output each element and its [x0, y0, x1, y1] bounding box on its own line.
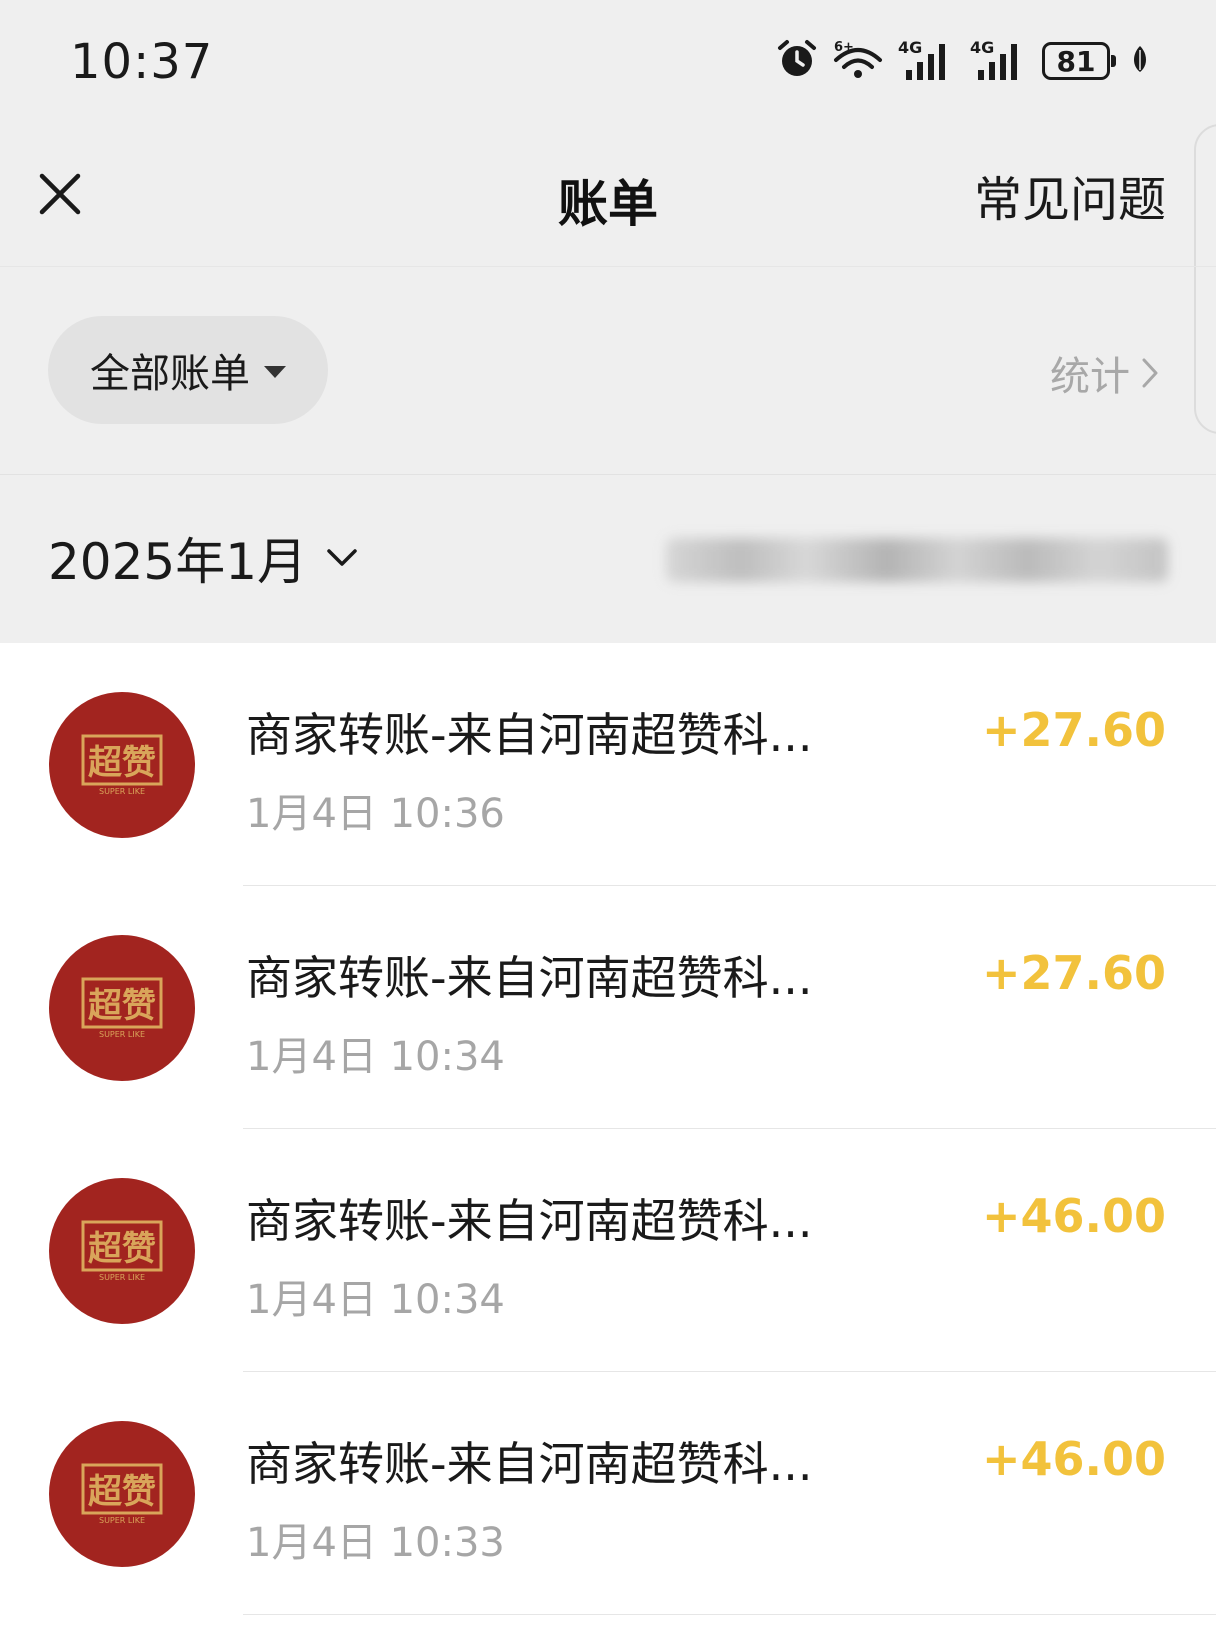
nav-bar: 账单 常见问题 — [0, 120, 1216, 266]
merchant-logo-icon: 超赞 SUPER LIKE — [81, 734, 163, 796]
chevron-right-icon — [1142, 358, 1158, 388]
side-panel-handle[interactable] — [1194, 124, 1216, 434]
transaction-amount: +46.00 — [981, 1432, 1166, 1486]
signal-icon: 4G — [898, 38, 956, 82]
month-selector[interactable]: 2025年1月 — [48, 522, 359, 594]
svg-text:SUPER LIKE: SUPER LIKE — [99, 787, 145, 796]
wifi-icon: 6+ — [832, 38, 884, 84]
transaction-time: 1月4日 10:33 — [246, 1520, 505, 1566]
list-item[interactable]: 超赞 SUPER LIKE 商家转账-来自河南超赞科... 1月4日 10:34… — [0, 886, 1216, 1129]
merchant-logo-icon: 超赞 SUPER LIKE — [81, 1463, 163, 1525]
transaction-title: 商家转账-来自河南超赞科... — [246, 951, 813, 1005]
transaction-amount: +27.60 — [981, 946, 1166, 1000]
transaction-time: 1月4日 10:34 — [246, 1034, 505, 1080]
divider — [0, 474, 1216, 475]
divider — [0, 266, 1216, 267]
transaction-amount: +27.60 — [981, 703, 1166, 757]
close-button[interactable] — [36, 170, 84, 218]
divider — [243, 1614, 1216, 1615]
transaction-title: 商家转账-来自河南超赞科... — [246, 708, 813, 762]
status-icons: 6+ 4G 4G 81 — [776, 38, 1150, 84]
close-icon — [39, 173, 81, 215]
chevron-down-icon — [327, 549, 357, 566]
merchant-avatar: 超赞 SUPER LIKE — [49, 692, 195, 838]
svg-text:超赞: 超赞 — [88, 986, 156, 1026]
filter-label: 全部账单 — [90, 351, 250, 397]
caret-down-icon — [264, 366, 286, 378]
merchant-avatar: 超赞 SUPER LIKE — [49, 935, 195, 1081]
transaction-amount: +46.00 — [981, 1189, 1166, 1243]
leaf-icon — [1130, 44, 1150, 78]
faq-link[interactable]: 常见问题 — [974, 160, 1166, 230]
svg-text:SUPER LIKE: SUPER LIKE — [99, 1030, 145, 1039]
transaction-time: 1月4日 10:34 — [246, 1277, 505, 1323]
svg-text:超赞: 超赞 — [88, 1472, 156, 1512]
transaction-list: 超赞 SUPER LIKE 商家转账-来自河南超赞科... 1月4日 10:36… — [0, 643, 1216, 1615]
stats-link[interactable]: 统计 — [1050, 344, 1160, 402]
merchant-avatar: 超赞 SUPER LIKE — [49, 1178, 195, 1324]
signal-icon-2: 4G — [970, 38, 1028, 82]
list-item[interactable]: 超赞 SUPER LIKE 商家转账-来自河南超赞科... 1月4日 10:36… — [0, 643, 1216, 886]
bill-filter-dropdown[interactable]: 全部账单 — [48, 316, 328, 424]
merchant-avatar: 超赞 SUPER LIKE — [49, 1421, 195, 1567]
status-bar: 10:37 6+ 4G 4G 81 — [0, 0, 1216, 120]
merchant-logo-icon: 超赞 SUPER LIKE — [81, 1220, 163, 1282]
battery-level: 81 — [1056, 44, 1096, 78]
month-label: 2025年1月 — [48, 533, 308, 591]
transaction-title: 商家转账-来自河南超赞科... — [246, 1437, 813, 1491]
header-area: 10:37 6+ 4G 4G 81 账单 常见问题 全部账单 统计 2025年1… — [0, 0, 1216, 643]
list-item[interactable]: 超赞 SUPER LIKE 商家转账-来自河南超赞科... 1月4日 10:33… — [0, 1372, 1216, 1615]
transaction-time: 1月4日 10:36 — [246, 791, 505, 837]
list-item[interactable]: 超赞 SUPER LIKE 商家转账-来自河南超赞科... 1月4日 10:34… — [0, 1129, 1216, 1372]
battery-icon: 81 — [1042, 42, 1116, 80]
svg-text:SUPER LIKE: SUPER LIKE — [99, 1273, 145, 1282]
merchant-logo-icon: 超赞 SUPER LIKE — [81, 977, 163, 1039]
alarm-icon — [776, 38, 818, 84]
svg-text:超赞: 超赞 — [88, 743, 156, 783]
status-time: 10:37 — [70, 34, 214, 90]
blurred-month-summary — [666, 538, 1168, 582]
svg-text:SUPER LIKE: SUPER LIKE — [99, 1516, 145, 1525]
svg-text:超赞: 超赞 — [88, 1229, 156, 1269]
transaction-title: 商家转账-来自河南超赞科... — [246, 1194, 813, 1248]
stats-label: 统计 — [1050, 354, 1130, 400]
